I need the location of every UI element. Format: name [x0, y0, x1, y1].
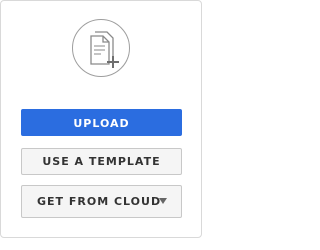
use-template-button[interactable]: USE A TEMPLATE: [21, 148, 182, 175]
caret-down-icon[interactable]: [159, 198, 167, 204]
upload-button[interactable]: UPLOAD: [21, 109, 182, 136]
new-document-icon: [72, 19, 130, 77]
use-template-button-label: USE A TEMPLATE: [42, 155, 161, 168]
get-from-cloud-label: GET FROM CLOUD: [37, 195, 162, 208]
get-from-cloud-dropdown[interactable]: GET FROM CLOUD: [21, 185, 182, 218]
upload-button-label: UPLOAD: [73, 117, 130, 130]
upload-panel: UPLOAD USE A TEMPLATE GET FROM CLOUD: [0, 0, 202, 238]
